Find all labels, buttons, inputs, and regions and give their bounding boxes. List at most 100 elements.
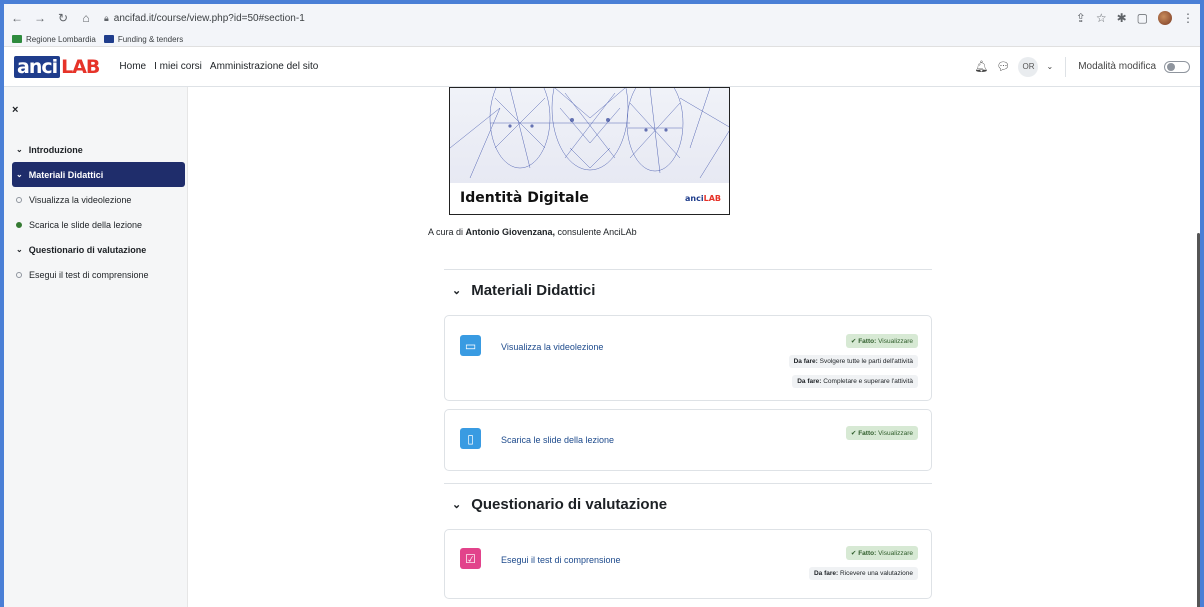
activity-card-videolezione: ▭ Visualizza la videolezione ✔ Fatto: Vi…: [444, 315, 932, 401]
chevron-down-icon[interactable]: ⌄: [16, 170, 23, 179]
badge-label: Fatto:: [858, 430, 877, 437]
badge-text: Visualizzare: [878, 338, 913, 345]
nav-link-home[interactable]: Home: [119, 61, 146, 72]
badge-label: Fatto:: [858, 550, 877, 557]
section-divider: [444, 483, 932, 484]
byline-suffix: consulente AnciLAb: [555, 227, 637, 237]
ancilab-logo[interactable]: anci LAB: [14, 55, 100, 78]
package-icon: ▭: [460, 335, 481, 356]
section-title-text: Questionario di valutazione: [471, 496, 668, 513]
item-label: Visualizza la videolezione: [29, 194, 132, 205]
forward-arrow-icon[interactable]: →: [33, 11, 47, 25]
course-index: ⌄ Introduzione ⌄ Materiali Didattici Vis…: [12, 137, 185, 287]
regione-lombardia-icon: [12, 35, 22, 43]
message-icon[interactable]: 💬︎: [997, 60, 1011, 73]
lock-icon: 🔒︎: [104, 12, 109, 23]
activity-link[interactable]: Visualizza la videolezione: [501, 342, 603, 352]
badge-text: Completare e superare l'attività: [823, 378, 913, 385]
page-scrollbar[interactable]: [1197, 233, 1200, 607]
badge-text: Svolgere tutte le parti dell'attività: [819, 358, 913, 365]
completion-badges: ✔ Fatto: Visualizzare: [845, 426, 918, 440]
close-icon[interactable]: ×: [12, 104, 18, 116]
course-index-section-materiali[interactable]: ⌄ Materiali Didattici: [12, 162, 185, 187]
badge-label: Da fare:: [813, 570, 839, 577]
url-field[interactable]: 🔒︎ ancifad.it/course/view.php?id=50#sect…: [104, 13, 305, 24]
badge-text: Visualizzare: [878, 550, 913, 557]
nav-link-my-courses[interactable]: I miei corsi: [154, 61, 202, 72]
chevron-down-icon[interactable]: ⌄: [452, 498, 461, 511]
activity-link[interactable]: Scarica le slide della lezione: [501, 435, 614, 445]
course-index-item-test[interactable]: Esegui il test di comprensione: [12, 262, 185, 287]
completion-circle-icon: [16, 196, 22, 203]
badge-label: Da fare:: [797, 378, 822, 385]
completion-badges: ✔ Fatto: Visualizzare Da fare: Svolgere …: [788, 334, 918, 388]
completion-done-icon: [16, 221, 22, 228]
completion-badges: ✔ Fatto: Visualizzare Da fare: Ricevere …: [808, 546, 918, 580]
item-label: Esegui il test di comprensione: [29, 269, 149, 280]
section-title-questionario[interactable]: ⌄ Questionario di valutazione: [452, 496, 667, 513]
completion-badge-todo: Da fare: Completare e superare l'attivit…: [792, 375, 918, 388]
reload-icon[interactable]: ↻: [56, 11, 70, 25]
profile-avatar[interactable]: [1158, 11, 1172, 25]
user-avatar[interactable]: OR: [1018, 56, 1039, 77]
bell-icon[interactable]: 🔔︎: [975, 60, 989, 73]
wireframe-faces-art: [450, 88, 729, 179]
page-content: × ⌄ Introduzione ⌄ Materiali Didattici V…: [4, 87, 1200, 607]
item-label: Scarica le slide della lezione: [29, 219, 143, 230]
address-bar: ← → ↻ ⌂ 🔒︎ ancifad.it/course/view.php?id…: [4, 4, 1200, 32]
section-label: Questionario di valutazione: [28, 244, 147, 255]
extensions-icon[interactable]: ✱: [1117, 11, 1127, 25]
bookmark-regione-lombardia[interactable]: Regione Lombardia: [12, 35, 96, 44]
browser-toolbar: ⇪ ☆ ✱ ▢ ⋮: [1076, 11, 1194, 25]
home-icon[interactable]: ⌂: [79, 11, 93, 25]
course-byline: A cura di Antonio Giovenzana, consulente…: [428, 227, 637, 237]
course-index-section-introduzione[interactable]: ⌄ Introduzione: [12, 137, 185, 162]
digital-faces-illustration: [450, 88, 729, 183]
user-area: 🔔︎ 💬︎ OR ⌄ Modalità modifica: [975, 56, 1190, 77]
logo-text-lab: LAB: [61, 55, 100, 78]
course-index-drawer: × ⌄ Introduzione ⌄ Materiali Didattici V…: [4, 87, 188, 607]
primary-navigation: Home I miei corsi Amministrazione del si…: [119, 61, 318, 72]
byline-prefix: A cura di: [428, 227, 466, 237]
section-title-materiali[interactable]: ⌄ Materiali Didattici: [452, 282, 595, 299]
completion-badge-todo: Da fare: Svolgere tutte le parti dell'at…: [788, 355, 918, 368]
back-arrow-icon[interactable]: ←: [10, 11, 24, 25]
eu-flag-icon: [103, 35, 114, 43]
course-cover-image: Identità Digitale anciLAB: [449, 87, 730, 215]
chevron-down-icon[interactable]: ⌄: [16, 245, 23, 254]
quiz-icon: ☑: [460, 548, 481, 569]
completion-circle-icon: [16, 271, 22, 278]
bookmark-funding-tenders[interactable]: Funding & tenders: [103, 35, 183, 44]
edit-mode-label: Modalità modifica: [1078, 61, 1156, 72]
bookmarks-bar: Regione Lombardia Funding & tenders: [4, 32, 1200, 47]
chevron-down-icon[interactable]: ⌄: [1046, 62, 1053, 71]
chevron-down-icon[interactable]: ⌄: [452, 284, 461, 297]
cover-title: Identità Digitale: [460, 190, 589, 206]
badge-label: Fatto:: [858, 338, 877, 345]
course-index-section-questionario[interactable]: ⌄ Questionario di valutazione: [12, 237, 185, 262]
nav-link-site-admin[interactable]: Amministrazione del sito: [210, 61, 318, 72]
completion-badge-todo: Da fare: Ricevere una valutazione: [808, 567, 918, 580]
file-icon: ▯: [460, 428, 481, 449]
activity-link[interactable]: Esegui il test di comprensione: [501, 555, 621, 565]
logo-text-anci: anci: [14, 55, 61, 78]
badge-label: Da fare:: [793, 358, 818, 365]
byline-author: Antonio Giovenzana,: [465, 227, 556, 237]
divider: [1065, 56, 1067, 77]
completion-badge-done: ✔ Fatto: Visualizzare: [845, 334, 918, 348]
cover-logo: anciLAB: [685, 194, 721, 203]
course-index-item-slide[interactable]: Scarica le slide della lezione: [12, 212, 185, 237]
course-index-item-videolezione[interactable]: Visualizza la videolezione: [12, 187, 185, 212]
side-panel-icon[interactable]: ▢: [1137, 11, 1148, 25]
bookmark-label: Regione Lombardia: [26, 34, 96, 44]
share-icon[interactable]: ⇪: [1076, 11, 1086, 25]
edit-mode-toggle[interactable]: [1164, 60, 1190, 73]
section-divider: [444, 269, 932, 270]
kebab-menu-icon[interactable]: ⋮: [1182, 11, 1194, 25]
section-label: Materiali Didattici: [28, 169, 104, 180]
activity-card-test: ☑ Esegui il test di comprensione ✔ Fatto…: [444, 529, 932, 599]
badge-text: Ricevere una valutazione: [840, 570, 913, 577]
star-icon[interactable]: ☆: [1096, 11, 1107, 25]
chevron-down-icon[interactable]: ⌄: [16, 145, 23, 154]
section-label: Introduzione: [28, 144, 83, 155]
